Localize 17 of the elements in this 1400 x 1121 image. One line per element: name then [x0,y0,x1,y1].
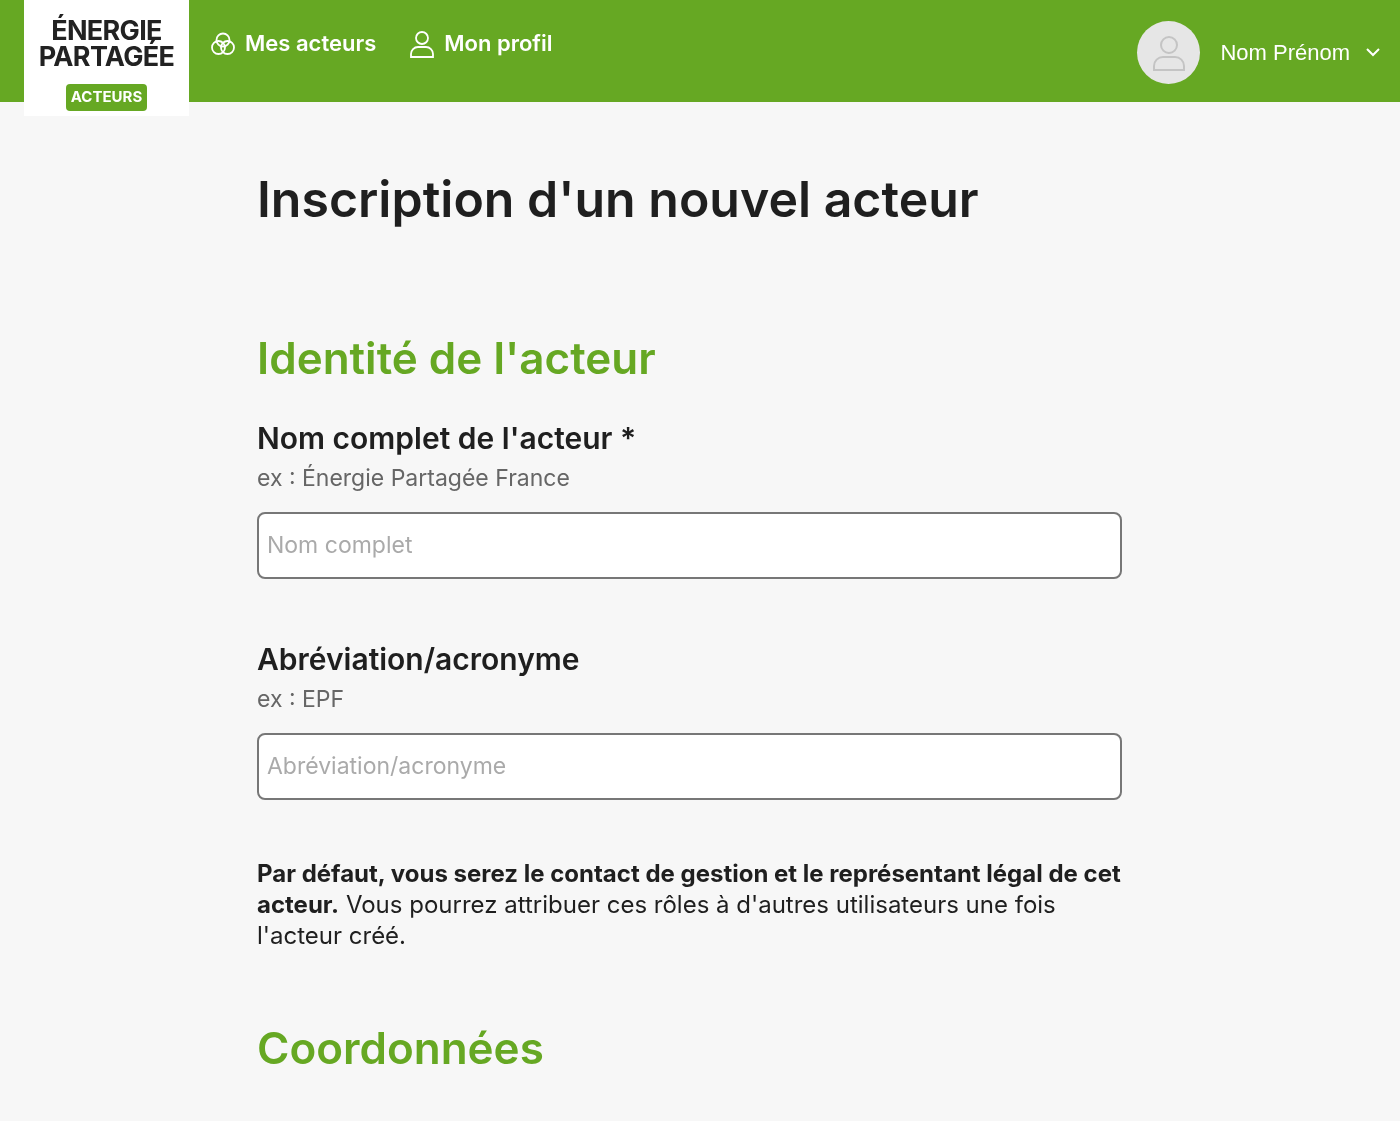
field-label: Abréviation/acronyme [257,640,581,678]
user-menu-button[interactable]: Nom Prénom [1220,36,1380,69]
nav-link[interactable]: Mes acteurs [209,27,377,60]
logo-badge: ACTEURS [65,84,148,111]
field-hint: ex : EPF [257,684,346,715]
input-field[interactable]: Abréviation/acronyme [257,732,1122,800]
section-title: Coordonnées [257,1020,545,1076]
logo[interactable]: ÉNERGIE PARTAGÉE ACTEURS [24,0,189,116]
section-title: Identité de l'acteur [257,330,657,386]
chevron-down-icon [1366,48,1380,57]
info-text: Par défaut, vous serez le contact de gestion et le représentant légal de cet acteur. Vous pourrez attribuer ces rôles à d'autres utilisateurs une fois l'acteur créé. [257,857,1122,951]
user-icon [408,28,437,59]
nav-link[interactable]: Mon profil [408,27,553,60]
field-hint: ex : Énergie Partagée France [257,463,571,494]
input-field[interactable]: Nom complet [257,511,1122,579]
page-title: Inscription d'un nouvel acteur [257,168,980,231]
field-label: Nom complet de l'acteur * [257,419,638,457]
